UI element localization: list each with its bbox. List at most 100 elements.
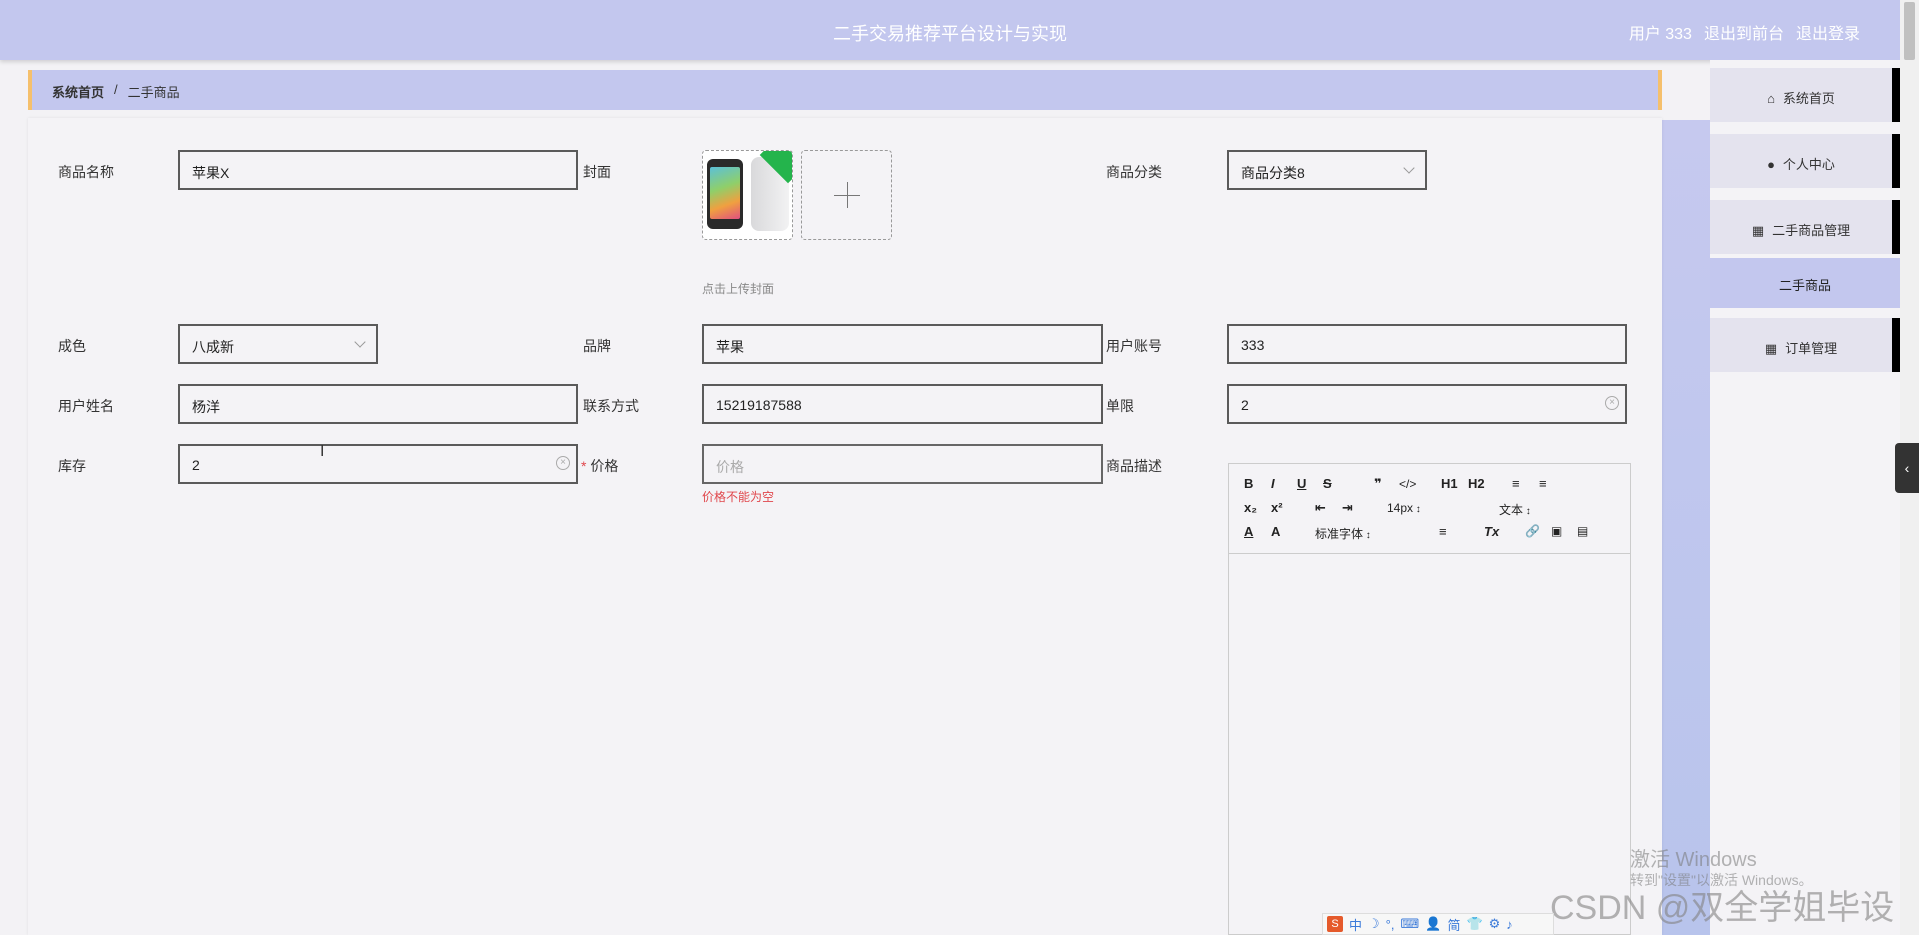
price-label: * 价格 bbox=[581, 456, 618, 476]
condition-value: 八成新 bbox=[192, 339, 234, 355]
category-value: 商品分类8 bbox=[1241, 165, 1305, 181]
simplified-icon[interactable]: 简 bbox=[1447, 915, 1460, 934]
sogou-logo-icon: S bbox=[1327, 916, 1343, 932]
username-input[interactable]: 杨洋 bbox=[178, 384, 578, 424]
image-button[interactable]: ▣ bbox=[1551, 524, 1562, 538]
cover-thumbnail[interactable] bbox=[702, 150, 793, 240]
sidebar-item-label: 个人中心 bbox=[1782, 157, 1835, 172]
cover-label: 封面 bbox=[583, 164, 611, 180]
user-icon[interactable]: 👤 bbox=[1425, 916, 1441, 932]
clear-icon[interactable]: × bbox=[1605, 396, 1619, 410]
sidebar-item-goods-management[interactable]: ▦ 二手商品管理 bbox=[1710, 200, 1900, 254]
h1-button[interactable]: H1 bbox=[1441, 476, 1458, 491]
price-input[interactable]: 价格 bbox=[702, 444, 1103, 484]
sidebar-item-orders[interactable]: ▦ 订单管理 bbox=[1710, 318, 1900, 372]
sidebar-item-label: 系统首页 bbox=[1782, 91, 1835, 106]
scrollbar-thumb[interactable] bbox=[1904, 2, 1915, 60]
heading-select[interactable]: 文本 bbox=[1499, 501, 1579, 518]
skin-icon[interactable]: 👕 bbox=[1466, 916, 1482, 932]
user-menu: 用户 333 退出到前台 退出登录 bbox=[1629, 20, 1860, 44]
sidebar-subitem-label: 二手商品 bbox=[1778, 278, 1831, 293]
ime-mode-icon[interactable]: 中 bbox=[1349, 915, 1362, 934]
strike-button[interactable]: S bbox=[1323, 476, 1332, 491]
upload-button[interactable] bbox=[801, 150, 892, 240]
contact-label: 联系方式 bbox=[583, 398, 639, 414]
bg-color-button[interactable]: A bbox=[1271, 524, 1280, 539]
name-input[interactable]: 苹果X bbox=[178, 150, 578, 190]
csdn-watermark: CSDN @双全学姐毕设 bbox=[1550, 889, 1895, 927]
limit-input[interactable]: 2 × bbox=[1227, 384, 1627, 424]
background-strip bbox=[1662, 120, 1710, 935]
sidebar-item-home[interactable]: ⌂ 系统首页 bbox=[1710, 68, 1900, 122]
chevron-left-icon[interactable]: ‹ bbox=[1895, 443, 1919, 493]
h2-button[interactable]: H2 bbox=[1468, 476, 1485, 491]
text-cursor-icon: I bbox=[320, 443, 325, 460]
chevron-down-icon bbox=[354, 336, 366, 348]
category-label: 商品分类 bbox=[1106, 164, 1162, 180]
align-button[interactable]: ≡ bbox=[1439, 524, 1447, 539]
tiktok-icon[interactable]: ♪ bbox=[1506, 917, 1513, 932]
superscript-button[interactable]: x² bbox=[1271, 500, 1283, 515]
ordered-list-button[interactable]: ≡ bbox=[1512, 476, 1520, 491]
user-icon: ● bbox=[1767, 157, 1775, 172]
sidebar-item-profile[interactable]: ● 个人中心 bbox=[1710, 134, 1900, 188]
code-button[interactable]: </> bbox=[1399, 477, 1416, 491]
breadcrumb-current: 二手商品 bbox=[127, 85, 180, 100]
desc-label: 商品描述 bbox=[1106, 458, 1162, 474]
grid-icon: ▦ bbox=[1764, 341, 1778, 356]
category-select[interactable]: 商品分类8 bbox=[1227, 150, 1427, 190]
sidebar-subitem-goods[interactable]: 二手商品 bbox=[1710, 258, 1900, 308]
account-label: 用户账号 bbox=[1106, 338, 1162, 354]
logout-link[interactable]: 退出登录 bbox=[1796, 20, 1860, 44]
price-error: 价格不能为空 bbox=[702, 490, 775, 504]
contact-input[interactable]: 15219187588 bbox=[702, 384, 1103, 424]
account-input[interactable]: 333 bbox=[1227, 324, 1627, 364]
quote-button[interactable]: ❞ bbox=[1374, 476, 1382, 492]
keyboard-icon[interactable]: ⌨ bbox=[1400, 916, 1419, 932]
chevron-down-icon bbox=[1403, 162, 1415, 174]
condition-select[interactable]: 八成新 bbox=[178, 324, 378, 364]
username-label: 用户姓名 bbox=[58, 398, 114, 414]
editor-toolbar: B I U S ❞ </> H1 H2 ≡ ≡ x₂ x² ⇤ ⇥ 14px 文… bbox=[1229, 464, 1630, 554]
stock-input[interactable]: 2 × bbox=[178, 444, 578, 484]
user-label: 用户 333 bbox=[1628, 26, 1692, 43]
sidebar-item-label: 订单管理 bbox=[1785, 341, 1838, 356]
breadcrumb: 系统首页 / 二手商品 bbox=[28, 70, 1662, 110]
bold-button[interactable]: B bbox=[1244, 476, 1253, 491]
indent-button[interactable]: ⇥ bbox=[1342, 500, 1353, 516]
name-label: 商品名称 bbox=[58, 164, 114, 180]
description-editor[interactable]: B I U S ❞ </> H1 H2 ≡ ≡ x₂ x² ⇤ ⇥ 14px 文… bbox=[1228, 463, 1631, 935]
grid-icon: ▦ bbox=[1751, 223, 1765, 238]
font-family-select[interactable]: 标准字体 bbox=[1315, 525, 1425, 542]
condition-label: 成色 bbox=[58, 338, 86, 354]
front-link[interactable]: 退出到前台 bbox=[1704, 20, 1784, 44]
breadcrumb-home[interactable]: 系统首页 bbox=[52, 82, 104, 101]
outdent-button[interactable]: ⇤ bbox=[1315, 500, 1326, 516]
stock-value: 2 bbox=[192, 457, 200, 473]
brand-input[interactable]: 苹果 bbox=[702, 324, 1103, 364]
link-button[interactable]: 🔗 bbox=[1525, 524, 1540, 538]
video-button[interactable]: ▤ bbox=[1577, 524, 1588, 538]
bullet-list-button[interactable]: ≡ bbox=[1539, 476, 1547, 491]
ime-toolbar[interactable]: S 中 ☽ °, ⌨ 👤 简 👕 ⚙ ♪ bbox=[1322, 913, 1554, 935]
sidebar-item-label: 二手商品管理 bbox=[1772, 223, 1851, 238]
moon-icon[interactable]: ☽ bbox=[1368, 916, 1380, 932]
clear-format-button[interactable]: Tx bbox=[1484, 524, 1499, 539]
font-color-button[interactable]: A bbox=[1244, 524, 1253, 539]
clear-icon[interactable]: × bbox=[556, 456, 570, 470]
app-title: 二手交易推荐平台设计与实现 bbox=[833, 24, 1067, 45]
subscript-button[interactable]: x₂ bbox=[1244, 500, 1257, 515]
punctuation-icon[interactable]: °, bbox=[1386, 917, 1395, 932]
italic-button[interactable]: I bbox=[1271, 476, 1275, 491]
underline-button[interactable]: U bbox=[1297, 476, 1306, 491]
gear-icon[interactable]: ⚙ bbox=[1489, 916, 1501, 932]
font-size-select[interactable]: 14px bbox=[1387, 501, 1467, 515]
breadcrumb-separator: / bbox=[114, 82, 118, 97]
home-icon: ⌂ bbox=[1767, 91, 1775, 106]
windows-activation-title: 激活 Windows bbox=[1630, 849, 1757, 871]
required-star: * bbox=[581, 458, 587, 474]
brand-label: 品牌 bbox=[583, 338, 611, 354]
price-label-text: 价格 bbox=[590, 458, 619, 474]
stock-label: 库存 bbox=[58, 458, 86, 474]
top-bar: 二手交易推荐平台设计与实现 用户 333 退出到前台 退出登录 bbox=[0, 0, 1900, 60]
